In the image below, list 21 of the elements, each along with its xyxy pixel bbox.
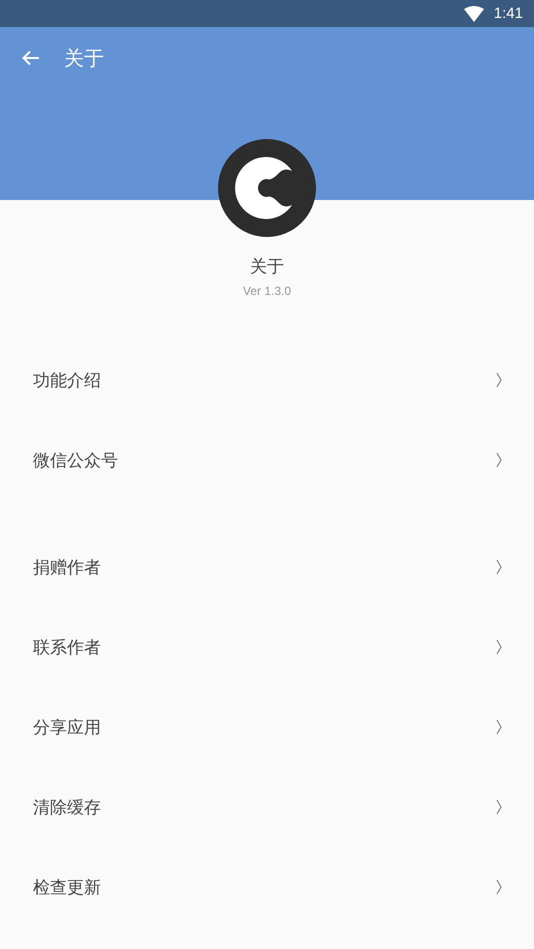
back-arrow-icon[interactable] bbox=[22, 50, 40, 66]
menu-item[interactable]: 功能介绍 bbox=[0, 340, 534, 420]
chevron-icon bbox=[496, 372, 502, 388]
wifi-icon bbox=[464, 6, 484, 22]
menu-item[interactable]: 微信公众号 bbox=[0, 420, 534, 500]
menu-item[interactable]: 联系作者 bbox=[0, 607, 534, 687]
menu-item[interactable]: 检查更新 bbox=[0, 847, 534, 927]
version-label: Ver 1.3.0 bbox=[242, 284, 292, 298]
chevron-icon bbox=[496, 719, 502, 735]
menu-item[interactable]: 捐赠作者 bbox=[0, 527, 534, 607]
chevron-icon bbox=[496, 799, 502, 815]
chevron-icon bbox=[496, 559, 502, 575]
status-time: 1:41 bbox=[494, 5, 523, 22]
app-name: 关于 bbox=[250, 256, 284, 278]
chevron-icon bbox=[496, 452, 502, 468]
menu-item[interactable]: 清除缓存 bbox=[0, 767, 534, 847]
chevron-icon bbox=[496, 639, 502, 655]
chevron-icon bbox=[496, 879, 502, 895]
toolbar-title: 关于 bbox=[64, 44, 104, 72]
menu-item[interactable]: 分享应用 bbox=[0, 687, 534, 767]
logo-icon bbox=[218, 139, 316, 237]
